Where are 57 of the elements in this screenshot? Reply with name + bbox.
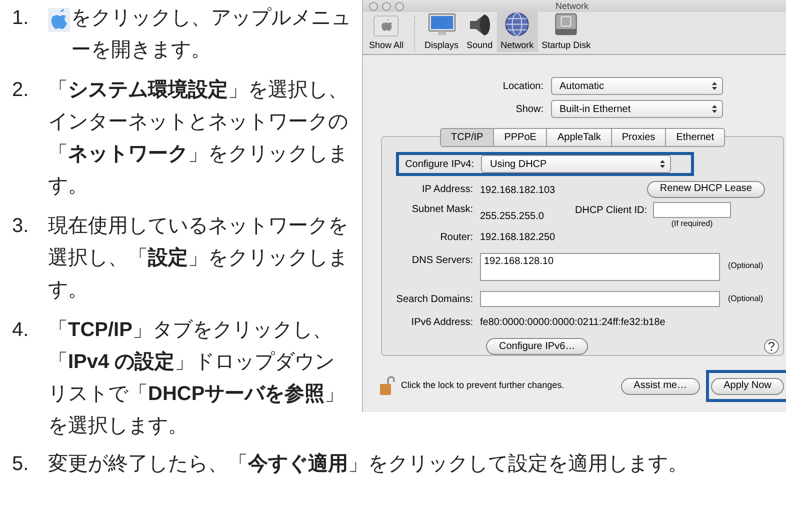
tab[interactable]: PPPoE (494, 129, 548, 146)
field-value: 255.255.255.0 (480, 211, 544, 222)
globe-icon (504, 12, 530, 36)
step-number: 1. (11, 6, 30, 31)
optional-note: (Optional) (728, 260, 764, 272)
field-label: Subnet Mask: (410, 203, 474, 217)
step-number: 2. (11, 78, 30, 103)
search-domains-field[interactable] (480, 291, 720, 307)
step-text: 「TCP/IP」タブをクリックし、「IPv4 の設定」ドロップダウンリストで「DHCPサーバを参照」を選択します。 (48, 318, 346, 439)
location-dropdown[interactable]: Automatic (550, 77, 722, 95)
field-label: IPv6 Address: (410, 316, 474, 330)
step-number: 3. (11, 214, 30, 239)
apply-now-button[interactable]: Apply Now (710, 378, 784, 394)
step-number: 4. (11, 318, 30, 343)
field-value: 192.168.182.250 (480, 231, 556, 245)
field-value: 192.168.182.103 (480, 185, 556, 196)
toolbar-item[interactable]: Network (496, 12, 538, 52)
field-label: Configure IPv4: (404, 158, 475, 172)
toolbar-item[interactable]: Startup Disk (538, 12, 595, 52)
tab[interactable]: Proxies (612, 129, 666, 146)
field-hint: (If required) (671, 218, 713, 230)
toolbar-item[interactable]: Displays (420, 12, 463, 52)
help-icon[interactable] (764, 339, 779, 354)
step-text: をクリックし、アップルメニューを開きます。 (71, 6, 352, 63)
field-value: fe80:0000:0000:0000:0211:24ff:fe32:b18e (480, 316, 666, 330)
field-label: Router: (439, 231, 474, 245)
dhcp-client-id-field[interactable] (653, 202, 732, 218)
field-label: IP Address: (421, 182, 474, 196)
window-title: Network (554, 2, 590, 10)
field-label: DNS Servers: (410, 254, 474, 268)
dns-servers-field[interactable]: 192.168.128.10 (480, 253, 720, 281)
tab[interactable]: Ethernet (666, 129, 724, 146)
assist-me-button[interactable]: Assist me… (620, 378, 700, 394)
step-text: 変更が終了したら、「今すぐ適用」をクリックして設定を適用します。 (48, 452, 689, 477)
tab[interactable]: TCP/IP (440, 129, 494, 146)
apple-icon[interactable] (48, 8, 70, 32)
step-text: 「システム環境設定」を選択し、インターネットとネットワークの「ネットワーク」をクリックします。 (48, 78, 349, 199)
show-dropdown[interactable]: Built-in Ethernet (550, 100, 722, 118)
step-number: 5. (11, 452, 30, 477)
stepper-arrows-icon (710, 104, 718, 114)
step-text: 現在使用しているネットワークを選択し、「設定」をクリックします。 (48, 214, 349, 303)
lock-message: Click the lock to prevent further changes. (401, 379, 566, 392)
renew-dhcp-lease-button[interactable]: Renew DHCP Lease (646, 180, 765, 198)
toolbar-item[interactable]: Show All (365, 12, 408, 52)
stepper-arrows-icon (659, 159, 666, 169)
configure-ipv6-button[interactable]: Configure IPv6… (486, 338, 588, 355)
optional-note: (Optional) (728, 293, 764, 305)
lock-icon (379, 376, 395, 396)
field-label: Show: (514, 102, 544, 116)
toolbar-item[interactable]: Sound (462, 12, 497, 52)
stepper-arrows-icon (710, 81, 718, 91)
field-label: Location: (502, 80, 544, 94)
tab[interactable]: AppleTalk (547, 129, 612, 146)
apple-icon (373, 14, 400, 36)
field-label: Search Domains: (395, 292, 474, 306)
field-label: DHCP Client ID: (575, 204, 648, 218)
configure-ipv4-dropdown[interactable]: Using DHCP (481, 155, 671, 173)
